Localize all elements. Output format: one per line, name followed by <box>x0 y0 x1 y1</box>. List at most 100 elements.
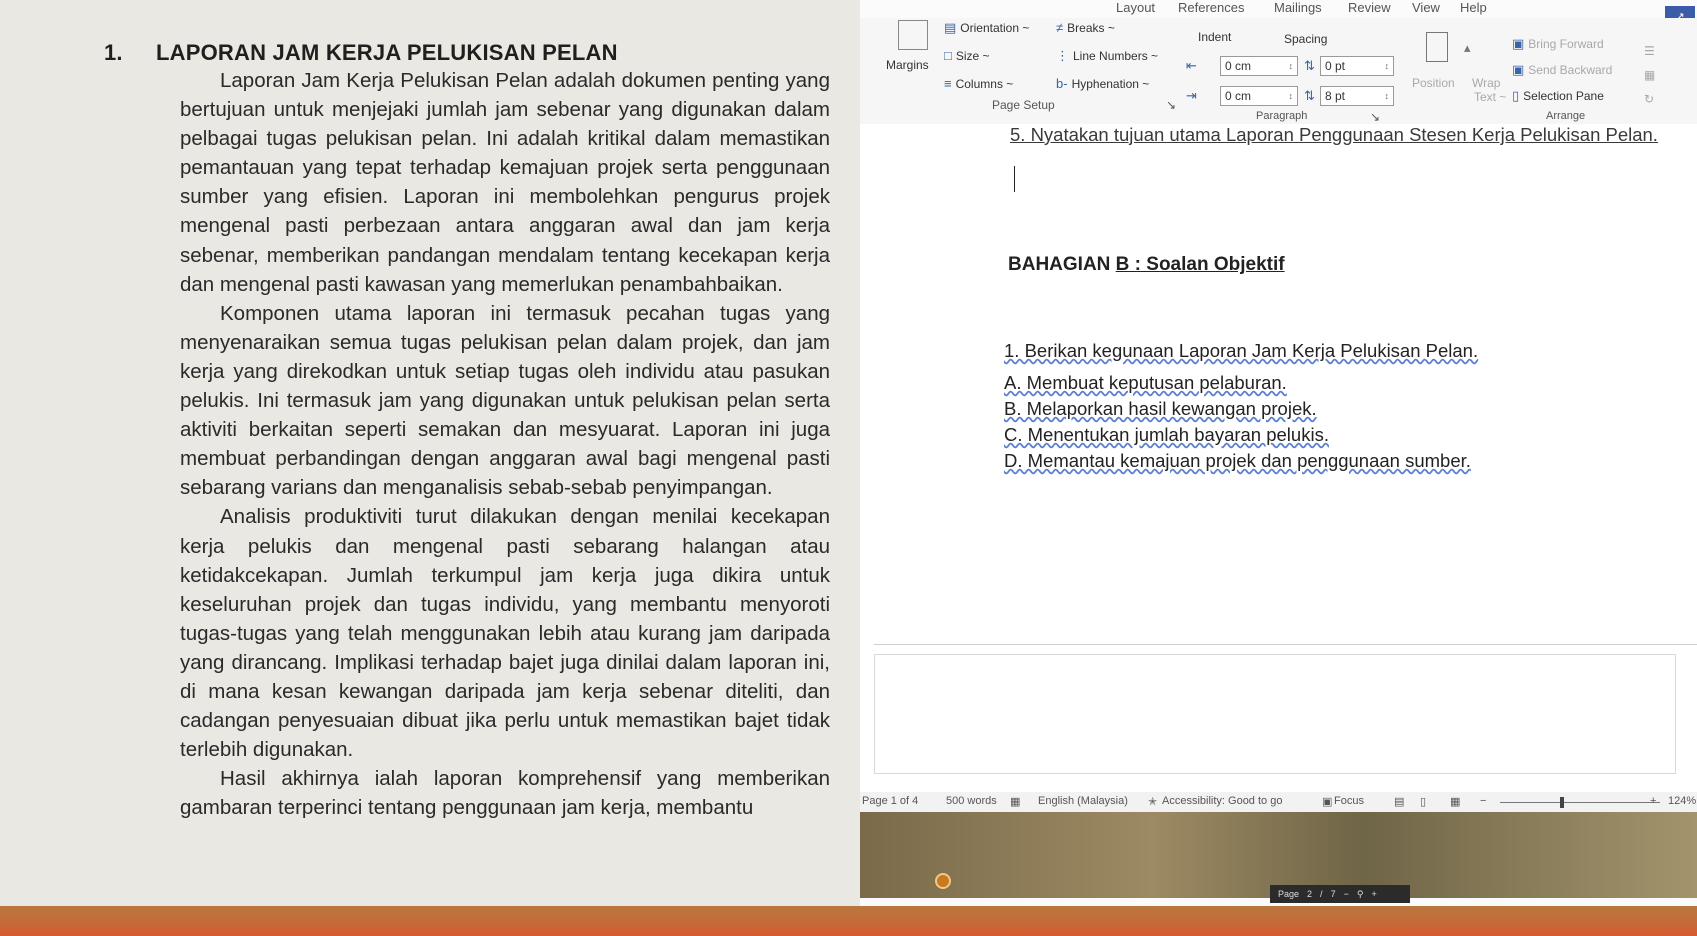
align-icon[interactable]: ☰ <box>1644 44 1655 58</box>
option-d: D. Memantau kemajuan projek dan pengguna… <box>1004 450 1471 471</box>
page-navigator-label: Page <box>1278 889 1300 899</box>
wrap-text-button[interactable]: Wrap <box>1472 76 1500 90</box>
zoom-level[interactable]: 124% <box>1668 795 1696 807</box>
line-numbers-button[interactable]: ⋮ Line Numbers ~ <box>1056 48 1158 64</box>
focus-icon: ▣ <box>1322 796 1333 808</box>
indent-left-field[interactable]: 0 cm ↕ <box>1220 56 1298 76</box>
wrap-text-icon[interactable]: ▴ <box>1464 40 1471 56</box>
selection-pane-button[interactable]: ▯ Selection Pane <box>1512 88 1604 104</box>
margins-button[interactable]: Margins <box>886 58 929 72</box>
objective-question-1: 1. Berikan kegunaan Laporan Jam Kerja Pe… <box>1004 340 1478 362</box>
accessibility-status[interactable]: Accessibility: Good to go <box>1162 795 1282 807</box>
position-button[interactable]: Position <box>1412 76 1455 90</box>
print-layout-icon[interactable]: ▯ <box>1420 795 1426 808</box>
tab-help[interactable]: Help <box>1460 0 1487 15</box>
position-icon[interactable] <box>1426 32 1448 62</box>
selection-pane-icon: ▯ <box>1512 88 1520 103</box>
breaks-icon: ≠ <box>1056 20 1064 35</box>
accessibility-icon: ✭ <box>1148 796 1158 808</box>
option-a: A. Membuat keputusan pelaburan. <box>1004 372 1287 393</box>
option-b: B. Melaporkan hasil kewangan projek. <box>1004 398 1317 419</box>
layout-ribbon: Margins ▤ Orientation ~ □ Size ~ ≡ Columns … <box>860 18 1697 124</box>
indent-left-icon: ⇤ <box>1186 58 1197 73</box>
document-canvas[interactable]: 5. Nyatakan tujuan utama Laporan Penggun… <box>860 124 1697 792</box>
page-count-status[interactable]: Page 1 of 4 <box>862 795 918 807</box>
send-backward-icon: ▣ <box>1512 62 1525 77</box>
arrange-group-label: Arrange <box>1546 110 1586 122</box>
spin-icon[interactable]: ↕ <box>1289 61 1294 71</box>
group-icon[interactable]: ▦ <box>1644 68 1655 82</box>
tab-mailings[interactable]: Mailings <box>1274 0 1322 15</box>
spin-icon[interactable]: ↕ <box>1289 91 1294 101</box>
indent-label: Indent <box>1198 30 1232 44</box>
spacing-before-icon: ⇅ <box>1304 58 1315 73</box>
tab-view[interactable]: View <box>1412 0 1440 15</box>
indent-right-field[interactable]: 0 cm ↕ <box>1220 86 1298 106</box>
word-window: Layout References Mailings Review View H… <box>860 0 1697 936</box>
orientation-button[interactable]: ▤ Orientation ~ <box>944 20 1029 36</box>
size-icon: □ <box>944 48 952 63</box>
tab-review[interactable]: Review <box>1348 0 1391 15</box>
zoom-slider-thumb[interactable] <box>1560 797 1564 808</box>
spacing-after-icon: ⇅ <box>1304 88 1315 103</box>
word-count-status[interactable]: 500 words <box>946 795 997 807</box>
tab-layout[interactable]: Layout <box>1116 0 1155 15</box>
tab-references[interactable]: References <box>1178 0 1244 15</box>
zoom-in-icon[interactable]: + <box>1650 795 1656 807</box>
bring-forward-button[interactable]: ▣ Bring Forward <box>1512 36 1604 52</box>
language-status[interactable]: English (Malaysia) <box>1038 795 1128 807</box>
spin-icon[interactable]: ↕ <box>1385 91 1390 101</box>
next-page-area <box>874 654 1676 774</box>
option-c: C. Menentukan jumlah bayaran pelukis. <box>1004 424 1329 445</box>
paper-paragraph-1: Laporan Jam Kerja Pelukisan Pelan adalah… <box>180 69 830 296</box>
printed-paper: 1. LAPORAN JAM KERJA PELUKISAN PELAN Lapo… <box>0 0 860 936</box>
web-layout-icon[interactable]: ▦ <box>1450 795 1460 808</box>
question-text: 1. Berikan kegunaan Laporan Jam Kerja Pe… <box>1004 340 1479 361</box>
breaks-button[interactable]: ≠ Breaks ~ <box>1056 20 1115 35</box>
zoom-out-icon[interactable]: − <box>1344 889 1349 899</box>
zoom-slider[interactable] <box>1500 802 1660 803</box>
proofing-icon[interactable]: ▦ <box>1010 795 1020 808</box>
spin-icon[interactable]: ↕ <box>1385 61 1390 71</box>
question-5-text: 5. Nyatakan tujuan utama Laporan Penggun… <box>1010 124 1658 145</box>
paper-paragraph-2: Komponen utama laporan ini termasuk peca… <box>180 301 830 500</box>
zoom-in-icon[interactable]: + <box>1371 889 1376 899</box>
page-setup-group-label: Page Setup <box>992 98 1055 112</box>
page-navigator-current[interactable]: 2 <box>1307 889 1312 899</box>
section-title: BAHAGIAN B : Soalan Objektif <box>1008 254 1285 276</box>
paper-paragraph-4: Hasil akhirnya ialah laporan komprehensi… <box>180 767 830 820</box>
hyphenation-button[interactable]: b‐ Hyphenation ~ <box>1056 76 1149 91</box>
focus-button[interactable]: Focus <box>1334 795 1364 807</box>
page-setup-launcher-icon[interactable]: ↘ <box>1166 98 1176 112</box>
margins-icon[interactable] <box>898 20 928 50</box>
search-icon[interactable]: ⚲ <box>1357 889 1364 900</box>
answer-options: A. Membuat keputusan pelaburan. B. Melap… <box>1004 370 1471 474</box>
paragraph-group-label: Paragraph <box>1256 110 1308 122</box>
paper-heading: 1. LAPORAN JAM KERJA PELUKISAN PELAN <box>104 40 618 66</box>
paragraph-launcher-icon[interactable]: ↘ <box>1370 110 1380 124</box>
section-underlined: B : Soalan Objektif <box>1115 254 1285 275</box>
size-button[interactable]: □ Size ~ <box>944 48 990 63</box>
bring-forward-icon: ▣ <box>1512 36 1525 51</box>
page-navigator: Page 2 / 7 − ⚲ + <box>1270 885 1410 903</box>
page-navigator-total: 7 <box>1330 889 1336 899</box>
spacing-before-field[interactable]: 0 pt ↕ <box>1320 56 1394 76</box>
wrap-text-dropdown[interactable]: Text ~ <box>1474 90 1506 104</box>
zoom-out-icon[interactable]: − <box>1480 795 1486 807</box>
page-navigator-sep: / <box>1320 889 1323 899</box>
paper-body: Laporan Jam Kerja Pelukisan Pelan adalah… <box>180 66 830 822</box>
columns-button[interactable]: ≡ Columns ~ <box>944 76 1013 91</box>
columns-icon: ≡ <box>944 76 952 91</box>
section-prefix: BAHAGIAN <box>1008 254 1116 275</box>
desk-surface <box>0 906 1697 936</box>
send-backward-button[interactable]: ▣ Send Backward <box>1512 62 1612 78</box>
heading-title: LAPORAN JAM KERJA PELUKISAN PELAN <box>156 40 618 65</box>
heading-number: 1. <box>104 40 123 65</box>
rotate-icon[interactable]: ↻ <box>1644 92 1654 106</box>
ribbon-tabs: Layout References Mailings Review View H… <box>860 0 1697 20</box>
page-divider <box>874 644 1697 645</box>
text-cursor <box>1014 166 1015 192</box>
record-icon[interactable] <box>935 873 951 889</box>
spacing-after-field[interactable]: 8 pt ↕ <box>1320 86 1394 106</box>
read-mode-icon[interactable]: ▤ <box>1394 795 1404 808</box>
